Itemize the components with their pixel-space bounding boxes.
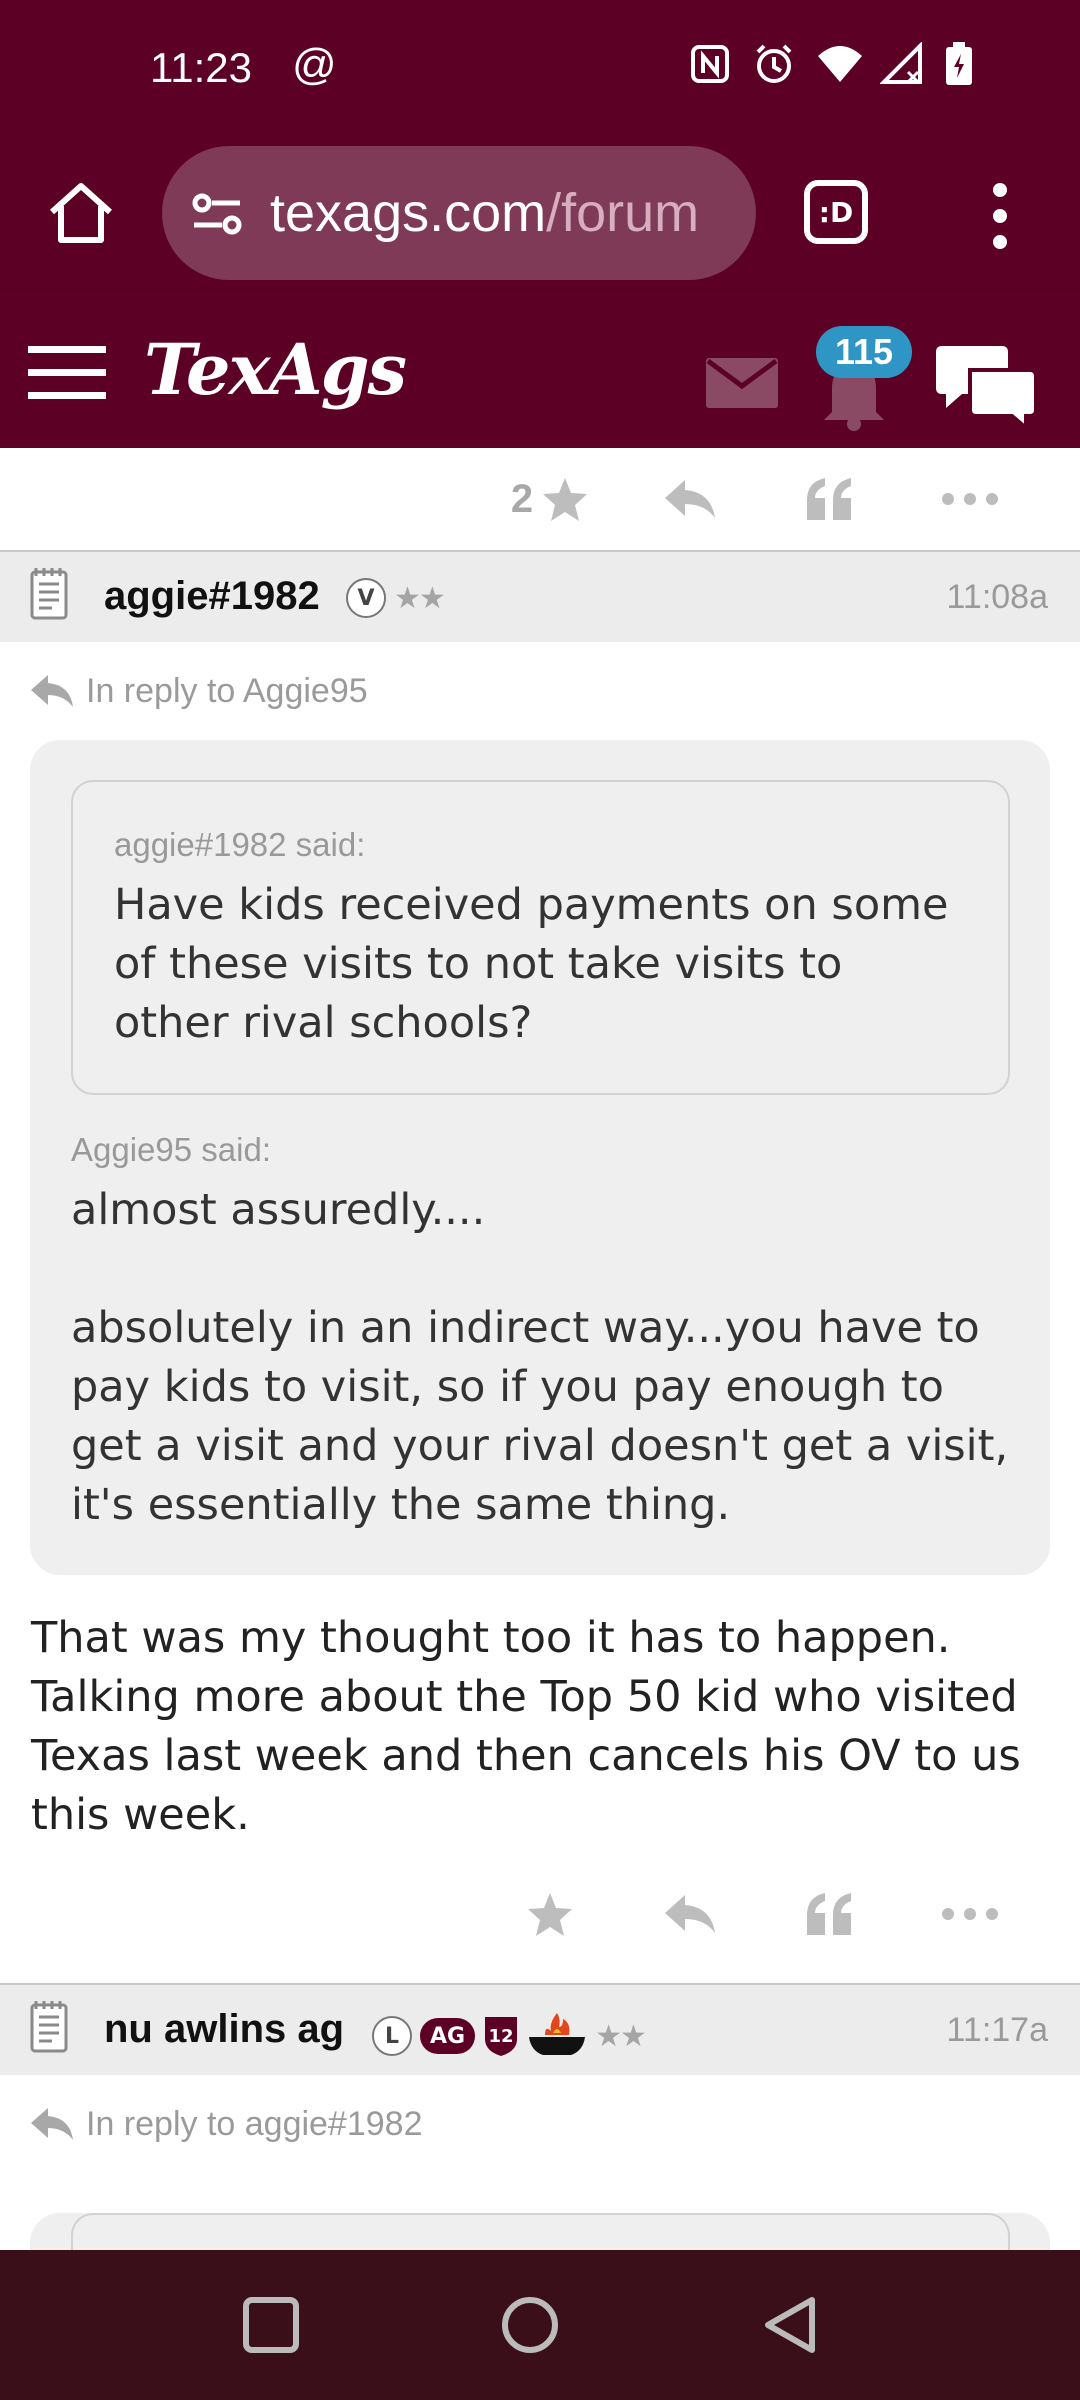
quote-text: almost assuredly.... absolutely in an in… <box>71 1185 1009 1530</box>
star-button[interactable] <box>480 1884 620 1944</box>
prev-post-actions: 2 <box>0 448 1080 552</box>
reply-button[interactable] <box>620 1884 760 1944</box>
document-icon <box>30 2001 70 2055</box>
user-stars: ★★ <box>394 580 446 616</box>
badge-l: L <box>372 2016 412 2056</box>
next-nested-quote-block <box>71 2213 1010 2250</box>
quote-block: aggie#1982 said: Have kids received paym… <box>30 740 1050 1575</box>
next-post-timestamp: 11:17a <box>946 2011 1048 2049</box>
post-timestamp: 11:08a <box>946 578 1048 616</box>
star-button[interactable]: 2 <box>480 469 620 529</box>
quote-icon <box>807 1893 851 1935</box>
home-icon[interactable] <box>46 178 116 248</box>
status-bar: 11:23 @ <box>0 0 1080 140</box>
hamburger-menu-icon[interactable] <box>28 344 106 402</box>
more-options-button[interactable] <box>900 469 1040 529</box>
badge-12: 12 <box>489 2026 514 2047</box>
star-icon <box>528 1893 572 1936</box>
reply-icon <box>665 1895 715 1933</box>
quote-button[interactable] <box>760 1884 900 1944</box>
address-bar[interactable]: texags.com/forum <box>162 146 756 280</box>
badge-ag: AG <box>420 2018 476 2054</box>
alarm-icon <box>752 42 796 86</box>
nested-quote-attribution: aggie#1982 said: <box>114 826 366 863</box>
quote-icon <box>807 478 851 520</box>
nested-quote-block: aggie#1982 said: Have kids received paym… <box>71 780 1010 1095</box>
reply-arrow-icon <box>31 675 73 707</box>
status-at-symbol: @ <box>292 40 337 89</box>
post-header: aggie#1982 V ★★ 11:08a <box>0 552 1080 642</box>
battery-icon <box>944 42 988 86</box>
url-path: /forum <box>546 183 700 243</box>
site-logo[interactable]: TexAgs <box>144 328 407 411</box>
signal-icon <box>879 41 924 86</box>
forum-thread: 2 aggie#1982 V ★★ 11:08a In reply to Agg… <box>0 448 1080 2250</box>
system-icons <box>688 41 988 86</box>
recents-square-icon[interactable] <box>236 2290 306 2360</box>
next-post-header: nu awlins ag L AG 12 ★★ 11:17a <box>0 1985 1080 2075</box>
next-quote-block <box>30 2213 1050 2250</box>
system-navigation-bar <box>0 2250 1080 2400</box>
star-count: 2 <box>510 476 534 521</box>
reply-arrow-icon <box>31 2108 73 2140</box>
home-circle-icon[interactable] <box>495 2290 565 2360</box>
next-user-badges: L AG 12 ★★ <box>372 2011 647 2061</box>
bonfire-icon <box>527 2011 587 2061</box>
overflow-menu-icon[interactable] <box>975 176 1025 256</box>
url-host: texags.com <box>270 183 547 243</box>
browser-toolbar: texags.com/forum :D <box>0 140 1080 290</box>
nested-quote-text: Have kids received payments on some of t… <box>114 880 963 1048</box>
more-dots-icon <box>942 1908 998 1920</box>
document-icon <box>30 568 70 622</box>
notification-count-badge[interactable]: 115 <box>816 326 912 378</box>
reply-to-link[interactable]: In reply to Aggie95 <box>0 642 1080 740</box>
nfc-icon <box>688 42 732 86</box>
quote-button[interactable] <box>760 469 900 529</box>
badge-v: V <box>346 578 386 618</box>
site-settings-icon[interactable] <box>188 183 248 243</box>
more-options-button[interactable] <box>900 1884 1040 1944</box>
status-time: 11:23 <box>150 44 252 91</box>
twelfth-man-shield-icon: 12 <box>483 2015 519 2057</box>
chat-icon[interactable] <box>936 340 1038 433</box>
next-user-stars: ★★ <box>595 2018 647 2054</box>
url-text: texags.com/forum <box>270 182 699 244</box>
tab-switcher-button[interactable]: :D <box>804 180 868 244</box>
post-username[interactable]: aggie#1982 <box>104 574 320 619</box>
back-triangle-icon[interactable] <box>756 2290 826 2360</box>
reply-icon <box>665 480 715 518</box>
user-badges: V ★★ <box>346 578 446 618</box>
reply-to-text: In reply to Aggie95 <box>86 671 368 710</box>
next-post-username[interactable]: nu awlins ag <box>104 2007 344 2052</box>
next-reply-to-link[interactable]: In reply to aggie#1982 <box>0 2075 1080 2173</box>
site-header: TexAgs 115 <box>0 290 1080 448</box>
post-actions <box>0 1845 1080 1985</box>
mail-icon[interactable] <box>706 358 778 408</box>
more-dots-icon <box>942 493 998 505</box>
quote-attribution: Aggie95 said: <box>71 1131 271 1168</box>
wifi-icon <box>816 42 862 86</box>
reply-button[interactable] <box>620 469 760 529</box>
star-icon <box>543 478 588 521</box>
post-body: That was my thought too it has to happen… <box>31 1613 1035 1840</box>
next-reply-to-text: In reply to aggie#1982 <box>86 2104 423 2143</box>
